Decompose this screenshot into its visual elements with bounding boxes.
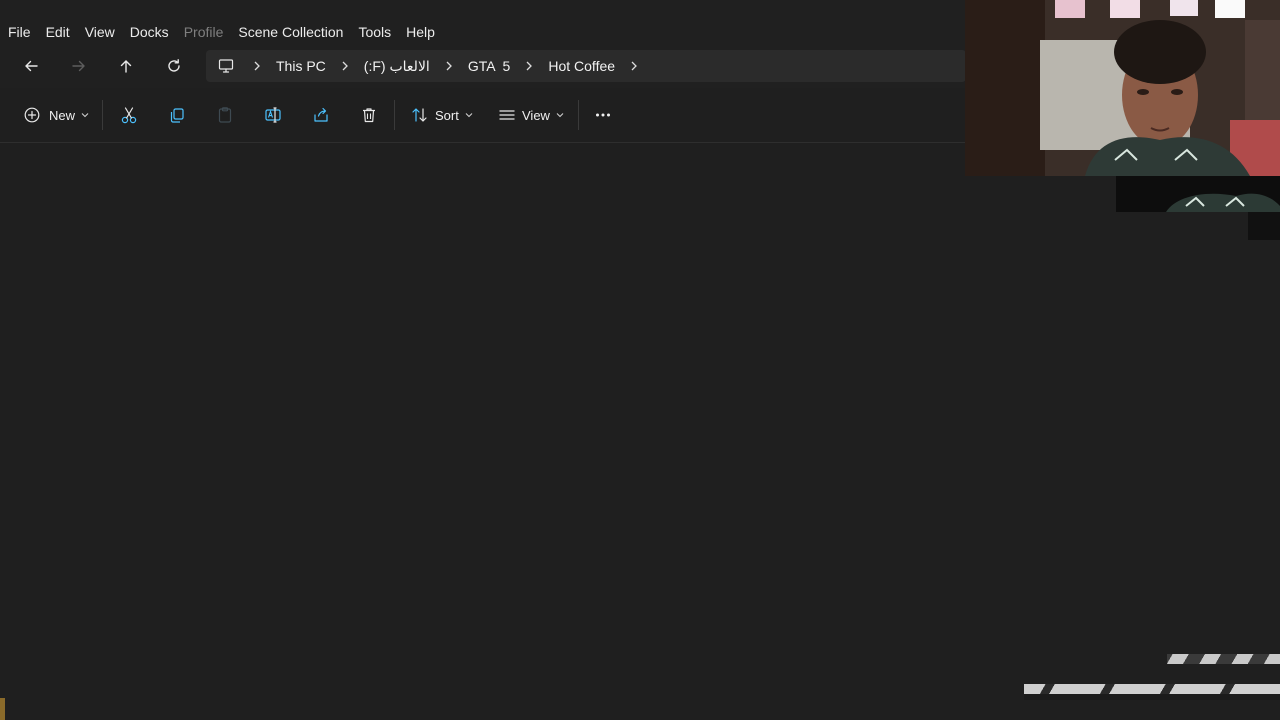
chevron-right-icon[interactable] <box>628 60 640 72</box>
chevron-down-icon <box>81 113 89 118</box>
webcam-overlay <box>965 0 1280 176</box>
plus-circle-icon <box>24 107 40 123</box>
chevron-right-icon[interactable] <box>251 60 263 72</box>
capture-artifact <box>0 698 5 720</box>
up-button[interactable] <box>110 52 142 80</box>
capture-artifact <box>1024 694 1280 700</box>
chevron-right-icon[interactable] <box>523 60 535 72</box>
back-button[interactable] <box>15 52 47 80</box>
command-separator <box>578 100 579 130</box>
view-lines-icon <box>499 110 515 120</box>
rename-icon <box>265 107 281 123</box>
arrow-up-icon <box>120 60 132 73</box>
chevron-down-icon <box>465 113 473 118</box>
breadcrumb[interactable]: This PC الالعاب (F:) GTA 5 Hot Coffee <box>206 50 966 82</box>
menu-items: File Edit View Docks Profile Scene Colle… <box>8 24 435 40</box>
chevron-down-icon <box>556 113 564 118</box>
capture-artifact <box>1167 654 1280 664</box>
crumb-gta5[interactable]: GTA 5 <box>468 58 511 74</box>
crumb-this-pc[interactable]: This PC <box>276 58 326 74</box>
delete-icon <box>363 108 375 123</box>
crumb-drive-f[interactable]: الالعاب (F:) <box>364 58 430 75</box>
screen: File Edit View Docks Profile Scene Colle… <box>0 0 1280 720</box>
arrow-left-icon <box>25 60 38 72</box>
chevron-right-icon[interactable] <box>339 60 351 72</box>
paste-icon <box>218 107 232 123</box>
command-separator <box>394 100 395 130</box>
refresh-button[interactable] <box>158 52 190 80</box>
view-button[interactable]: View <box>498 102 564 128</box>
copy-button[interactable] <box>168 102 186 128</box>
rename-button[interactable] <box>264 102 282 128</box>
share-button[interactable] <box>312 102 330 128</box>
menu-file[interactable]: File <box>8 24 31 40</box>
crumb-hot-coffee[interactable]: Hot Coffee <box>548 58 615 74</box>
more-icon <box>596 113 610 117</box>
sort-icon <box>412 108 427 122</box>
menu-profile[interactable]: Profile <box>184 24 224 40</box>
menu-tools[interactable]: Tools <box>358 24 391 40</box>
forward-button[interactable] <box>63 52 95 80</box>
command-separator <box>102 100 103 130</box>
sort-label: Sort <box>435 107 459 123</box>
copy-icon <box>170 108 184 123</box>
chevron-right-icon[interactable] <box>443 60 455 72</box>
webcam-tear-corner <box>1248 212 1280 240</box>
capture-artifact <box>1024 684 1280 694</box>
view-label: View <box>522 107 550 123</box>
webcam-tear-strip <box>1116 176 1280 212</box>
menu-help[interactable]: Help <box>406 24 435 40</box>
menu-docks[interactable]: Docks <box>130 24 169 40</box>
menu-edit[interactable]: Edit <box>46 24 70 40</box>
menu-view[interactable]: View <box>85 24 115 40</box>
new-label: New <box>49 107 76 123</box>
file-list-area[interactable] <box>0 143 1280 720</box>
monitor-icon[interactable] <box>218 58 234 74</box>
webcam-image <box>965 0 1280 176</box>
arrow-right-icon <box>72 60 85 72</box>
paste-button[interactable] <box>216 102 234 128</box>
more-options-button[interactable] <box>594 102 612 128</box>
new-button[interactable]: New <box>24 102 89 128</box>
refresh-icon <box>168 59 180 72</box>
cut-icon <box>121 107 137 124</box>
sort-button[interactable]: Sort <box>411 102 473 128</box>
menu-scene-collection[interactable]: Scene Collection <box>238 24 343 40</box>
cut-button[interactable] <box>120 102 138 128</box>
share-icon <box>314 107 328 122</box>
delete-button[interactable] <box>360 102 378 128</box>
